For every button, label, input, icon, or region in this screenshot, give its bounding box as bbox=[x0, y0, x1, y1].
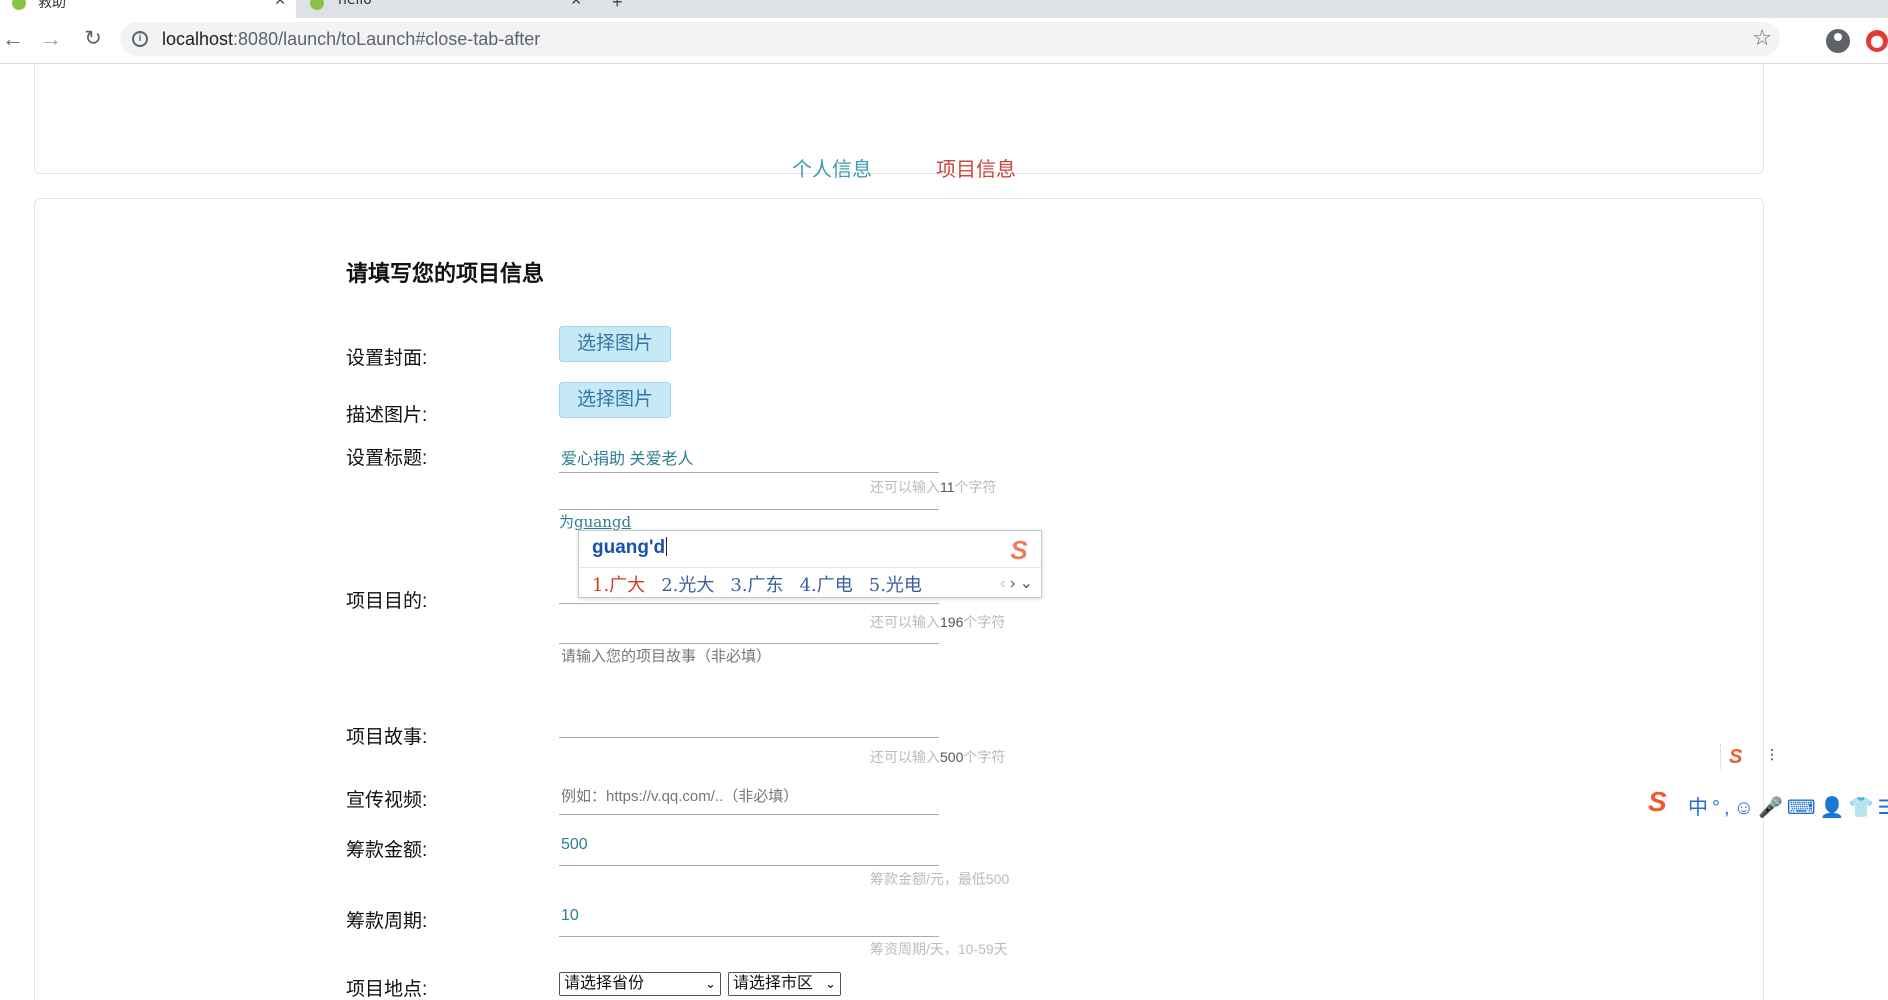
hint-count: 500 bbox=[940, 749, 964, 765]
new-tab-button[interactable]: + bbox=[612, 0, 623, 13]
cover-label: 设置封面: bbox=[346, 348, 428, 369]
period-input[interactable]: 10 bbox=[559, 907, 939, 937]
title-input[interactable]: 爱心捐助 关爱老人 bbox=[559, 445, 939, 473]
more-icon[interactable]: ⋮ bbox=[1765, 746, 1779, 763]
punctuation-icon[interactable]: °, bbox=[1712, 797, 1734, 819]
select-value: 请选择省份 bbox=[564, 975, 645, 992]
forward-arrow-icon[interactable]: → bbox=[38, 26, 64, 52]
hint-text: 个字符 bbox=[963, 749, 1006, 765]
browser-toolbar: ← → ↻ i localhost:8080/launch/toLaunch#c… bbox=[0, 18, 1888, 64]
back-arrow-icon[interactable]: ← bbox=[0, 26, 26, 52]
tab-title: 救助 bbox=[38, 0, 66, 11]
ime-candidate[interactable]: 3.广东 bbox=[730, 575, 783, 596]
leaf-icon bbox=[12, 0, 26, 10]
desc-select-image-button[interactable]: 选择图片 bbox=[559, 382, 671, 418]
hint-count: 11 bbox=[940, 479, 955, 495]
cover-select-image-button[interactable]: 选择图片 bbox=[559, 326, 671, 362]
title-label: 设置标题: bbox=[346, 448, 428, 469]
step-project-info[interactable]: 项目信息 bbox=[936, 153, 1016, 182]
ime-divider bbox=[579, 567, 1041, 568]
account-icon[interactable] bbox=[1826, 29, 1850, 53]
ime-candidate[interactable]: 5.光电 bbox=[869, 575, 922, 596]
hint-count: 196 bbox=[940, 614, 964, 630]
url-path: :8080/launch/toLaunch#close-tab-after bbox=[233, 29, 541, 49]
chevron-down-icon: ⌄ bbox=[825, 976, 836, 991]
next-page-icon[interactable]: › bbox=[1010, 575, 1015, 592]
location-label: 项目地点: bbox=[346, 979, 428, 1000]
amount-input[interactable]: 500 bbox=[559, 836, 939, 866]
ime-paging: ‹ › ⌄ bbox=[1000, 573, 1033, 593]
ime-candidate-window: guang'd S 1.广大 2.光大 3.广东 4.广电 5.光电 ‹ › ⌄ bbox=[578, 530, 1042, 598]
close-icon[interactable]: ✕ bbox=[570, 0, 582, 9]
tab-title: hello bbox=[338, 0, 372, 8]
steps-panel bbox=[34, 64, 1764, 174]
ime-mini-status[interactable]: S ⋮ bbox=[1720, 744, 1779, 770]
story-textarea[interactable]: 请输入您的项目故事（非必填） bbox=[559, 645, 939, 738]
story-label: 项目故事: bbox=[346, 727, 428, 748]
ime-composition-text: guang'd bbox=[592, 537, 666, 558]
sogou-logo-icon[interactable]: S bbox=[1648, 786, 1682, 820]
ime-candidates: 1.广大 2.光大 3.广东 4.广电 5.光电 bbox=[592, 571, 938, 597]
hint-text: 个字符 bbox=[963, 614, 1006, 630]
ime-candidate[interactable]: 1.广大 bbox=[592, 575, 645, 596]
ime-composition: guang'd bbox=[592, 537, 668, 559]
step-personal-info[interactable]: 个人信息 bbox=[792, 153, 872, 182]
province-select[interactable]: 请选择省份 ⌄ bbox=[559, 972, 721, 996]
amount-label: 筹款金额: bbox=[346, 840, 428, 861]
ime-toolbar-items: 中°,☺🎤⌨👤👕☰ bbox=[1688, 791, 1888, 820]
star-icon[interactable]: ☆ bbox=[1752, 25, 1772, 51]
ime-status-bar: S 中°,☺🎤⌨👤👕☰ bbox=[1646, 786, 1888, 820]
url-host: localhost bbox=[162, 29, 234, 49]
expand-icon[interactable]: ⌄ bbox=[1020, 575, 1033, 592]
emoji-icon[interactable]: ☺ bbox=[1734, 797, 1758, 819]
address-bar[interactable]: i localhost:8080/launch/toLaunch#close-t… bbox=[120, 22, 1780, 56]
sogou-logo-icon: S bbox=[1010, 535, 1028, 565]
reload-icon[interactable]: ↻ bbox=[80, 26, 106, 52]
period-label: 筹款周期: bbox=[346, 911, 428, 932]
leaf-icon bbox=[310, 0, 324, 10]
chevron-down-icon: ⌄ bbox=[705, 976, 716, 991]
story-char-hint: 还可以输入500个字符 bbox=[870, 747, 1005, 767]
select-value: 请选择市区 bbox=[733, 975, 814, 992]
desc-image-label: 描述图片: bbox=[346, 405, 428, 426]
skin-icon[interactable]: 👕 bbox=[1849, 797, 1878, 819]
story-textarea-top-border bbox=[559, 614, 939, 644]
prev-page-icon[interactable]: ‹ bbox=[1000, 575, 1005, 592]
close-icon[interactable]: ✕ bbox=[274, 0, 286, 9]
purpose-textarea-top-border bbox=[559, 480, 939, 510]
user-icon[interactable]: 👤 bbox=[1820, 797, 1849, 819]
purpose-label: 项目目的: bbox=[346, 591, 428, 612]
ime-candidate[interactable]: 2.光大 bbox=[661, 575, 714, 596]
ime-caret bbox=[666, 537, 668, 556]
url-text[interactable]: localhost:8080/launch/toLaunch#close-tab… bbox=[162, 29, 540, 50]
hint-text: 还可以输入 bbox=[870, 749, 940, 765]
period-hint: 筹资周期/天，10-59天 bbox=[870, 941, 1008, 957]
ime-candidate[interactable]: 4.广电 bbox=[800, 575, 853, 596]
keyboard-icon[interactable]: ⌨ bbox=[1787, 797, 1820, 819]
browser-tabstrip: 救助 ✕ hello ✕ + bbox=[0, 0, 1888, 18]
video-label: 宣传视频: bbox=[346, 790, 428, 811]
video-input[interactable]: 例如：https://v.qq.com/..（非必填） bbox=[559, 785, 939, 815]
hint-text: 个字符 bbox=[954, 479, 997, 495]
extension-icon[interactable]: ⬤ bbox=[1866, 30, 1888, 52]
tab-hello[interactable]: hello ✕ bbox=[300, 0, 592, 18]
microphone-icon[interactable]: 🎤 bbox=[1758, 797, 1787, 819]
amount-hint: 筹款金额/元，最低500 bbox=[870, 871, 1010, 887]
tab-jiuzhu[interactable]: 救助 ✕ bbox=[0, 0, 296, 18]
chinese-mode-icon[interactable]: 中 bbox=[1688, 797, 1712, 819]
form-title: 请填写您的项目信息 bbox=[346, 261, 545, 286]
info-icon[interactable]: i bbox=[132, 31, 148, 47]
city-select[interactable]: 请选择市区 ⌄ bbox=[728, 972, 841, 996]
sogou-logo-icon: S bbox=[1729, 746, 1743, 768]
menu-icon[interactable]: ☰ bbox=[1878, 797, 1888, 819]
